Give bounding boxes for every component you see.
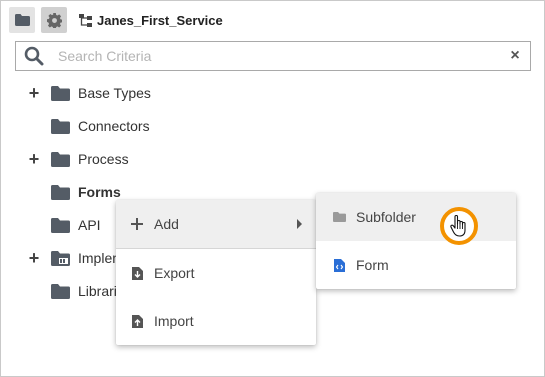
service-tree-icon [79,13,92,27]
plus-icon [130,218,144,230]
folder-icon [51,283,70,299]
tree-item-label: Connectors [78,118,150,134]
menu-item-export[interactable]: Export [116,249,316,297]
tree-item-label: API [78,217,101,233]
menu-item-label: Export [154,265,195,281]
import-icon [130,314,144,328]
expand-icon[interactable]: + [25,150,43,168]
gear-icon [46,12,62,28]
search-icon [24,46,44,66]
service-name: Janes_First_Service [97,12,223,28]
folder-icon [51,151,70,167]
hand-cursor-icon [450,215,466,237]
expand-icon[interactable]: + [25,84,43,102]
repository-panel: Janes_First_Service × + Base Types Conne… [0,0,545,377]
folder-view-button[interactable] [9,7,35,33]
search-bar: × [15,41,531,71]
tree-item-label: Process [78,151,129,167]
menu-item-add[interactable]: Add [116,200,316,248]
folder-icon [51,85,70,101]
submenu-item-form[interactable]: Form [316,241,516,289]
search-input[interactable] [58,48,504,64]
form-file-icon [332,258,346,272]
tree-item-label: Forms [78,184,121,200]
submenu-item-subfolder[interactable]: Subfolder [316,193,516,241]
service-title[interactable]: Janes_First_Service [79,13,223,28]
submenu-arrow-icon [297,219,302,229]
tree-item-base-types[interactable]: + Base Types [25,77,151,109]
context-menu: Add Export Import [116,200,316,345]
tree-item-connectors[interactable]: Connectors [25,110,150,142]
add-submenu: Subfolder Form [316,193,516,289]
implementation-folder-icon [51,250,70,266]
tree-item-api[interactable]: API [25,209,101,241]
menu-item-label: Import [154,313,194,329]
menu-item-import[interactable]: Import [116,297,316,345]
tree-item-forms[interactable]: Forms [25,176,121,208]
menu-item-label: Add [154,216,179,232]
folder-icon [14,14,30,26]
settings-button[interactable] [41,7,67,33]
click-highlight [440,207,478,245]
folder-icon [332,212,346,222]
tree-item-process[interactable]: + Process [25,143,129,175]
export-icon [130,266,144,280]
clear-search-button[interactable]: × [504,48,526,64]
submenu-item-label: Form [356,257,389,273]
submenu-item-label: Subfolder [356,209,416,225]
tree-item-label: Base Types [78,85,151,101]
folder-icon [51,184,70,200]
folder-icon [51,118,70,134]
toolbar: Janes_First_Service [9,7,223,33]
expand-icon[interactable]: + [25,249,43,267]
folder-icon [51,217,70,233]
